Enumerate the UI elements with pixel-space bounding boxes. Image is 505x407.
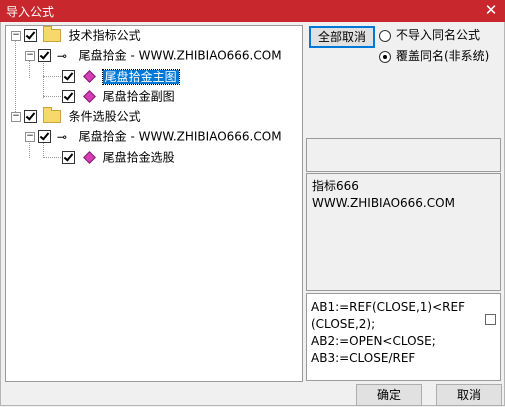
radio-selected-icon[interactable] xyxy=(379,50,391,63)
checkbox-checked[interactable] xyxy=(24,110,37,123)
folder-icon xyxy=(42,26,61,42)
cancel-all-button[interactable]: 全部取消 xyxy=(309,26,375,48)
radio-skip-same-name[interactable]: 不导入同名公式 xyxy=(379,27,480,43)
collapse-toggle[interactable]: − xyxy=(11,112,21,122)
formula-icon xyxy=(82,90,96,103)
radio-skip-label: 不导入同名公式 xyxy=(396,28,481,42)
window-title: 导入公式 xyxy=(6,5,55,19)
blank-panel xyxy=(306,138,501,172)
collapse-toggle[interactable]: − xyxy=(25,132,35,142)
formula-source-text: AB1:=REF(CLOSE,1)<REF (CLOSE,2); AB2:=OP… xyxy=(311,300,465,365)
radio-overwrite-same-name[interactable]: 覆盖同名(非系统) xyxy=(379,48,489,64)
tree-connector xyxy=(43,76,63,77)
folder-icon xyxy=(42,107,61,123)
formula-tree[interactable]: − 技术指标公式 − ⊸ 尾盘拾金 - WWW.ZHIBIAO666.COM 尾… xyxy=(5,25,303,382)
checkbox-checked[interactable] xyxy=(24,29,37,42)
formula-icon xyxy=(82,151,96,164)
key-icon: ⊸ xyxy=(56,129,67,144)
scroll-checkbox[interactable] xyxy=(485,314,496,325)
group-label: 技术指标公式 xyxy=(68,28,141,43)
tree-connector xyxy=(15,40,16,118)
description-text: 指标666 WWW.ZHIBIAO666.COM xyxy=(312,179,455,210)
title-bar: 导入公式 ✕ xyxy=(0,0,505,22)
collapse-toggle[interactable]: − xyxy=(11,31,21,41)
item-label-selected: 尾盘拾金主图 xyxy=(101,68,180,85)
source-label: 尾盘拾金 - WWW.ZHIBIAO666.COM xyxy=(78,48,282,63)
tree-connector xyxy=(29,140,30,158)
radio-overwrite-label: 覆盖同名(非系统) xyxy=(396,49,490,63)
checkbox-checked[interactable] xyxy=(62,70,75,83)
tree-connector xyxy=(43,60,44,98)
tree-item-sub-chart[interactable]: 尾盘拾金副图 xyxy=(62,88,175,104)
formula-source-panel[interactable]: AB1:=REF(CLOSE,1)<REF (CLOSE,2); AB2:=OP… xyxy=(306,293,501,381)
radio-icon[interactable] xyxy=(379,29,391,42)
checkbox-checked[interactable] xyxy=(38,49,51,62)
tree-group-stock-selection[interactable]: 条件选股公式 xyxy=(24,107,141,124)
source-label: 尾盘拾金 - WWW.ZHIBIAO666.COM xyxy=(78,129,282,144)
cancel-button[interactable]: 取消 xyxy=(436,384,502,406)
description-panel: 指标666 WWW.ZHIBIAO666.COM xyxy=(306,173,501,291)
tree-connector xyxy=(29,60,30,78)
close-icon[interactable]: ✕ xyxy=(483,1,499,19)
item-label: 尾盘拾金选股 xyxy=(102,150,175,165)
tree-item-stock-pick[interactable]: 尾盘拾金选股 xyxy=(62,149,175,165)
tree-connector xyxy=(43,157,63,158)
tree-source-row[interactable]: ⊸ 尾盘拾金 - WWW.ZHIBIAO666.COM xyxy=(38,47,282,63)
ok-button[interactable]: 确定 xyxy=(356,384,422,406)
formula-icon xyxy=(82,70,96,83)
checkbox-checked[interactable] xyxy=(62,90,75,103)
checkbox-checked[interactable] xyxy=(38,130,51,143)
checkbox-checked[interactable] xyxy=(62,151,75,164)
collapse-toggle[interactable]: − xyxy=(25,51,35,61)
group-label: 条件选股公式 xyxy=(68,109,141,124)
tree-connector xyxy=(43,96,63,97)
key-icon: ⊸ xyxy=(56,48,67,63)
tree-group-indicators[interactable]: 技术指标公式 xyxy=(24,26,141,43)
tree-source-row[interactable]: ⊸ 尾盘拾金 - WWW.ZHIBIAO666.COM xyxy=(38,128,282,144)
item-label: 尾盘拾金副图 xyxy=(102,89,175,104)
tree-item-main-chart[interactable]: 尾盘拾金主图 xyxy=(62,68,180,85)
